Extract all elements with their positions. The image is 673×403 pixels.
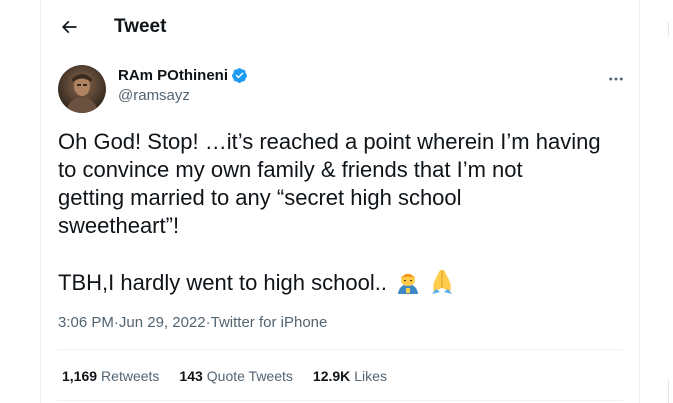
tweet-page: Tweet RAm POthineni @ramsayz Oh God! Sto…	[0, 0, 673, 403]
page-title: Tweet	[114, 15, 167, 37]
quote-tweets-label: Quote Tweets	[206, 368, 293, 384]
folded-hands-emoji-icon	[432, 270, 453, 294]
tweet-time[interactable]: 3:06 PM	[58, 314, 114, 331]
column-divider-left	[40, 0, 41, 403]
avatar-image	[58, 65, 106, 113]
author-info: RAm POthineni @ramsayz	[118, 67, 248, 104]
tweet-source[interactable]: Twitter for iPhone	[211, 314, 328, 331]
sidebar-edge-bottom	[668, 380, 673, 403]
tweet-text: Oh God! Stop! …it’s reached a point wher…	[58, 128, 628, 297]
tweet-text-line: Oh God! Stop! …it’s reached a point wher…	[58, 129, 601, 154]
more-options-button[interactable]	[604, 67, 628, 91]
tweet-stats: 1,169 Retweets 143 Quote Tweets 12.9K Li…	[62, 368, 407, 384]
tweet-last-line: TBH,I hardly went to high school..	[58, 270, 387, 295]
tweet-text-line: to convince my own family & friends that…	[58, 157, 523, 182]
quote-tweets-count: 143	[179, 368, 203, 384]
man-bowing-emoji-icon	[398, 274, 419, 294]
tweet-meta: 3:06 PM · Jun 29, 2022 · Twitter for iPh…	[58, 314, 327, 331]
tweet-text-line: TBH,I hardly went to high school..	[58, 268, 628, 297]
quote-tweets-stat[interactable]: 143 Quote Tweets	[179, 368, 293, 384]
more-dots-icon	[609, 77, 623, 81]
arrow-left-icon	[61, 20, 77, 33]
column-divider-right	[639, 0, 640, 403]
likes-stat[interactable]: 12.9K Likes	[313, 368, 387, 384]
tweet-text-line: getting married to any “secret high scho…	[58, 185, 462, 210]
divider	[58, 400, 623, 401]
page-header: Tweet	[41, 0, 639, 53]
verified-badge-icon	[232, 68, 247, 83]
retweets-label: Retweets	[101, 368, 160, 384]
retweets-stat[interactable]: 1,169 Retweets	[62, 368, 159, 384]
name-row: RAm POthineni	[118, 67, 248, 84]
back-button[interactable]	[52, 10, 86, 44]
likes-label: Likes	[354, 368, 387, 384]
divider	[58, 349, 623, 350]
author-display-name[interactable]: RAm POthineni	[118, 67, 228, 84]
avatar[interactable]	[58, 65, 106, 113]
tweet-date[interactable]: Jun 29, 2022	[119, 314, 206, 331]
tweet-author: RAm POthineni @ramsayz	[58, 65, 628, 115]
sidebar-edge	[668, 22, 673, 36]
tweet-text-line: sweetheart”!	[58, 213, 180, 238]
retweets-count: 1,169	[62, 368, 98, 384]
likes-count: 12.9K	[312, 368, 351, 384]
author-handle[interactable]: @ramsayz	[118, 87, 248, 104]
